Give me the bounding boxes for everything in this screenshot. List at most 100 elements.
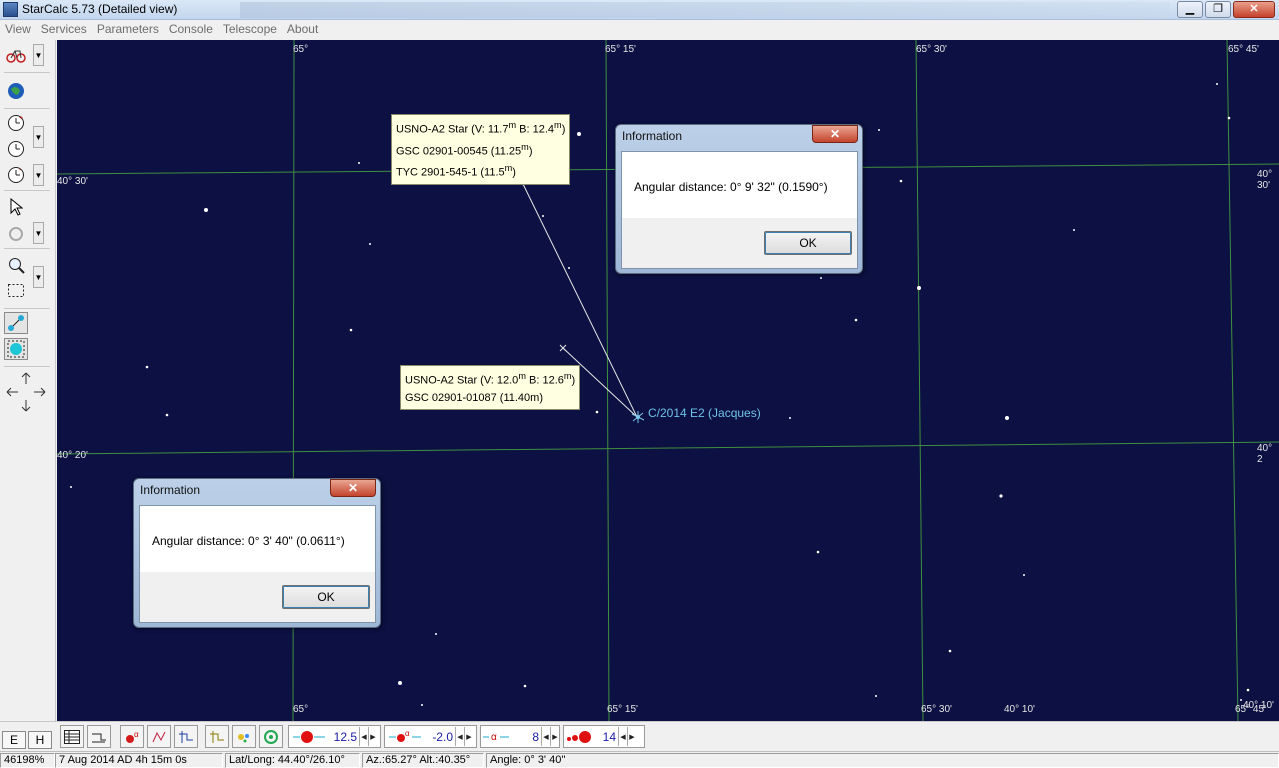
information-dialog: Information ✕ Angular distance: 0° 9' 32… xyxy=(615,124,863,274)
clock-forward-icon[interactable]: + xyxy=(4,112,28,134)
label-count-icon: α xyxy=(481,726,511,747)
ok-button[interactable]: OK xyxy=(282,585,370,609)
horizontal-mode-button[interactable]: H xyxy=(28,731,52,749)
planet-alpha-icon[interactable]: α xyxy=(120,725,144,748)
dialog-footer: OK xyxy=(622,218,857,268)
dec-label-bottom: 40° 10' xyxy=(1004,704,1035,715)
dialog-title: Information xyxy=(140,483,201,497)
bottom-toolbar: E H α 12.5 ◀ ▶ α -2.0 ◀ ▶ α 8 ◀ ▶ 14 ◀ ▶ xyxy=(0,721,1279,751)
dec-label-left: 40° 20' xyxy=(57,450,88,461)
galaxy-icon[interactable] xyxy=(259,725,283,748)
zoom-icon[interactable] xyxy=(4,254,28,276)
ra-gridline xyxy=(1226,40,1239,721)
ra-gridline xyxy=(605,40,610,721)
chevron-down-icon[interactable]: ▼ xyxy=(33,222,44,244)
window-title: StarCalc 5.73 (Detailed view) xyxy=(22,2,178,16)
dialog-message: Angular distance: 0° 3' 40" (0.0611°) xyxy=(152,534,345,548)
dec-label-left: 40° 30' xyxy=(57,176,88,187)
dialog-body: Angular distance: 0° 9' 32" (0.1590°) OK xyxy=(621,151,858,269)
dec-gridline xyxy=(57,441,1279,455)
star-magnitude-icon xyxy=(289,726,329,747)
dialog-close-button[interactable]: ✕ xyxy=(330,479,376,497)
ra-label-top: 65° 45' xyxy=(1228,44,1259,55)
status-zoom: 46198% xyxy=(0,753,55,768)
svg-text:α: α xyxy=(491,732,497,743)
pan-arrows-icon[interactable] xyxy=(4,370,48,414)
label-count-value: 8 xyxy=(532,729,539,744)
star-size-stepper[interactable]: 14 ◀ ▶ xyxy=(563,725,645,748)
chevron-down-icon[interactable]: ▼ xyxy=(33,266,44,288)
ok-button[interactable]: OK xyxy=(764,231,852,255)
deep-sky-magnitude-icon: α xyxy=(385,726,425,747)
app-logo-icon xyxy=(3,2,18,17)
chart-icon[interactable] xyxy=(87,725,111,748)
globe-icon[interactable] xyxy=(4,80,28,102)
dec-label-right: 40° 30' xyxy=(1257,169,1273,191)
label-count-stepper[interactable]: α 8 ◀ ▶ xyxy=(480,725,560,748)
ra-label-top: 65° xyxy=(293,44,309,55)
menu-about[interactable]: About xyxy=(282,20,323,39)
svg-text:α: α xyxy=(134,730,139,739)
chevron-down-icon[interactable]: ▼ xyxy=(33,44,44,66)
clock-icon[interactable] xyxy=(4,138,28,160)
dialog-body: Angular distance: 0° 3' 40" (0.0611°) OK xyxy=(139,505,376,623)
equatorial-mode-button[interactable]: E xyxy=(2,731,26,749)
menu-view[interactable]: View xyxy=(0,20,36,39)
star-magnitude-stepper[interactable]: 12.5 ◀ ▶ xyxy=(288,725,381,748)
star-info-tooltip: USNO-A2 Star (V: 11.7m B: 12.4m) GSC 029… xyxy=(391,114,571,185)
background-taskbar-strip xyxy=(240,2,1170,18)
increase-arrow-icon[interactable]: ▶ xyxy=(464,727,473,746)
table-icon[interactable] xyxy=(60,725,84,748)
chevron-down-icon[interactable]: ▼ xyxy=(33,164,44,186)
svg-text:α: α xyxy=(405,730,410,738)
ra-label-bottom: 65° xyxy=(293,704,309,715)
decrease-arrow-icon[interactable]: ◀ xyxy=(541,727,550,746)
status-angle: Angle: 0° 3' 40'' xyxy=(486,753,1279,768)
pointer-icon[interactable] xyxy=(4,196,28,218)
boundaries-icon[interactable] xyxy=(205,725,229,748)
dialog-close-button[interactable]: ✕ xyxy=(812,125,858,143)
deep-sky-magnitude-stepper[interactable]: α -2.0 ◀ ▶ xyxy=(384,725,477,748)
select-rectangle-icon[interactable] xyxy=(4,280,28,302)
dec-label-right: 40° 2 xyxy=(1257,443,1273,465)
decrease-arrow-icon[interactable]: ◀ xyxy=(359,727,368,746)
deep-sky-magnitude-value: -2.0 xyxy=(432,729,453,744)
dialog-footer: OK xyxy=(140,572,375,622)
constellation-lines-icon[interactable] xyxy=(174,725,198,748)
maximize-button[interactable]: ❐ xyxy=(1205,1,1231,18)
close-button[interactable]: ✕ xyxy=(1233,1,1275,18)
menu-services[interactable]: Services xyxy=(36,20,92,39)
dialog-title: Information xyxy=(622,129,683,143)
measure-icon[interactable] xyxy=(4,312,28,334)
menu-console[interactable]: Console xyxy=(164,20,218,39)
increase-arrow-icon[interactable]: ▶ xyxy=(368,727,377,746)
minimize-button[interactable]: ▁ xyxy=(1177,1,1203,18)
status-bar: 46198% 7 Aug 2014 AD 4h 15m 0s Lat/Long:… xyxy=(0,751,1279,768)
chevron-down-icon[interactable]: ▼ xyxy=(33,126,44,148)
information-dialog: Information ✕ Angular distance: 0° 3' 40… xyxy=(133,478,381,628)
rotate-icon[interactable] xyxy=(4,222,28,244)
ra-gridline xyxy=(915,40,924,721)
star-size-icon xyxy=(564,726,596,747)
orbit-path-icon[interactable] xyxy=(147,725,171,748)
menu-telescope[interactable]: Telescope xyxy=(218,20,282,39)
nebula-icon[interactable] xyxy=(232,725,256,748)
star-info-tooltip: USNO-A2 Star (V: 12.0m B: 12.6m) GSC 029… xyxy=(400,365,581,410)
star-size-value: 14 xyxy=(602,729,616,744)
measure-marker xyxy=(559,344,567,352)
title-bar: StarCalc 5.73 (Detailed view) ▁ ❐ ✕ xyxy=(0,0,1279,20)
star-magnitude-value: 12.5 xyxy=(333,729,357,744)
comet-symbol xyxy=(631,411,645,423)
decrease-arrow-icon[interactable]: ◀ xyxy=(618,727,627,746)
target-icon[interactable] xyxy=(4,338,28,360)
increase-arrow-icon[interactable]: ▶ xyxy=(550,727,559,746)
dialog-message: Angular distance: 0° 9' 32" (0.1590°) xyxy=(634,180,828,194)
increase-arrow-icon[interactable]: ▶ xyxy=(627,727,636,746)
clock-back-icon[interactable]: - xyxy=(4,164,28,186)
status-latlong: Lat/Long: 44.40°/26.10° xyxy=(225,753,360,768)
decrease-arrow-icon[interactable]: ◀ xyxy=(455,727,464,746)
menu-parameters[interactable]: Parameters xyxy=(92,20,164,39)
svg-text:+: + xyxy=(19,115,23,122)
comet-label[interactable]: C/2014 E2 (Jacques) xyxy=(648,406,761,420)
bicycle-icon[interactable] xyxy=(4,44,28,66)
